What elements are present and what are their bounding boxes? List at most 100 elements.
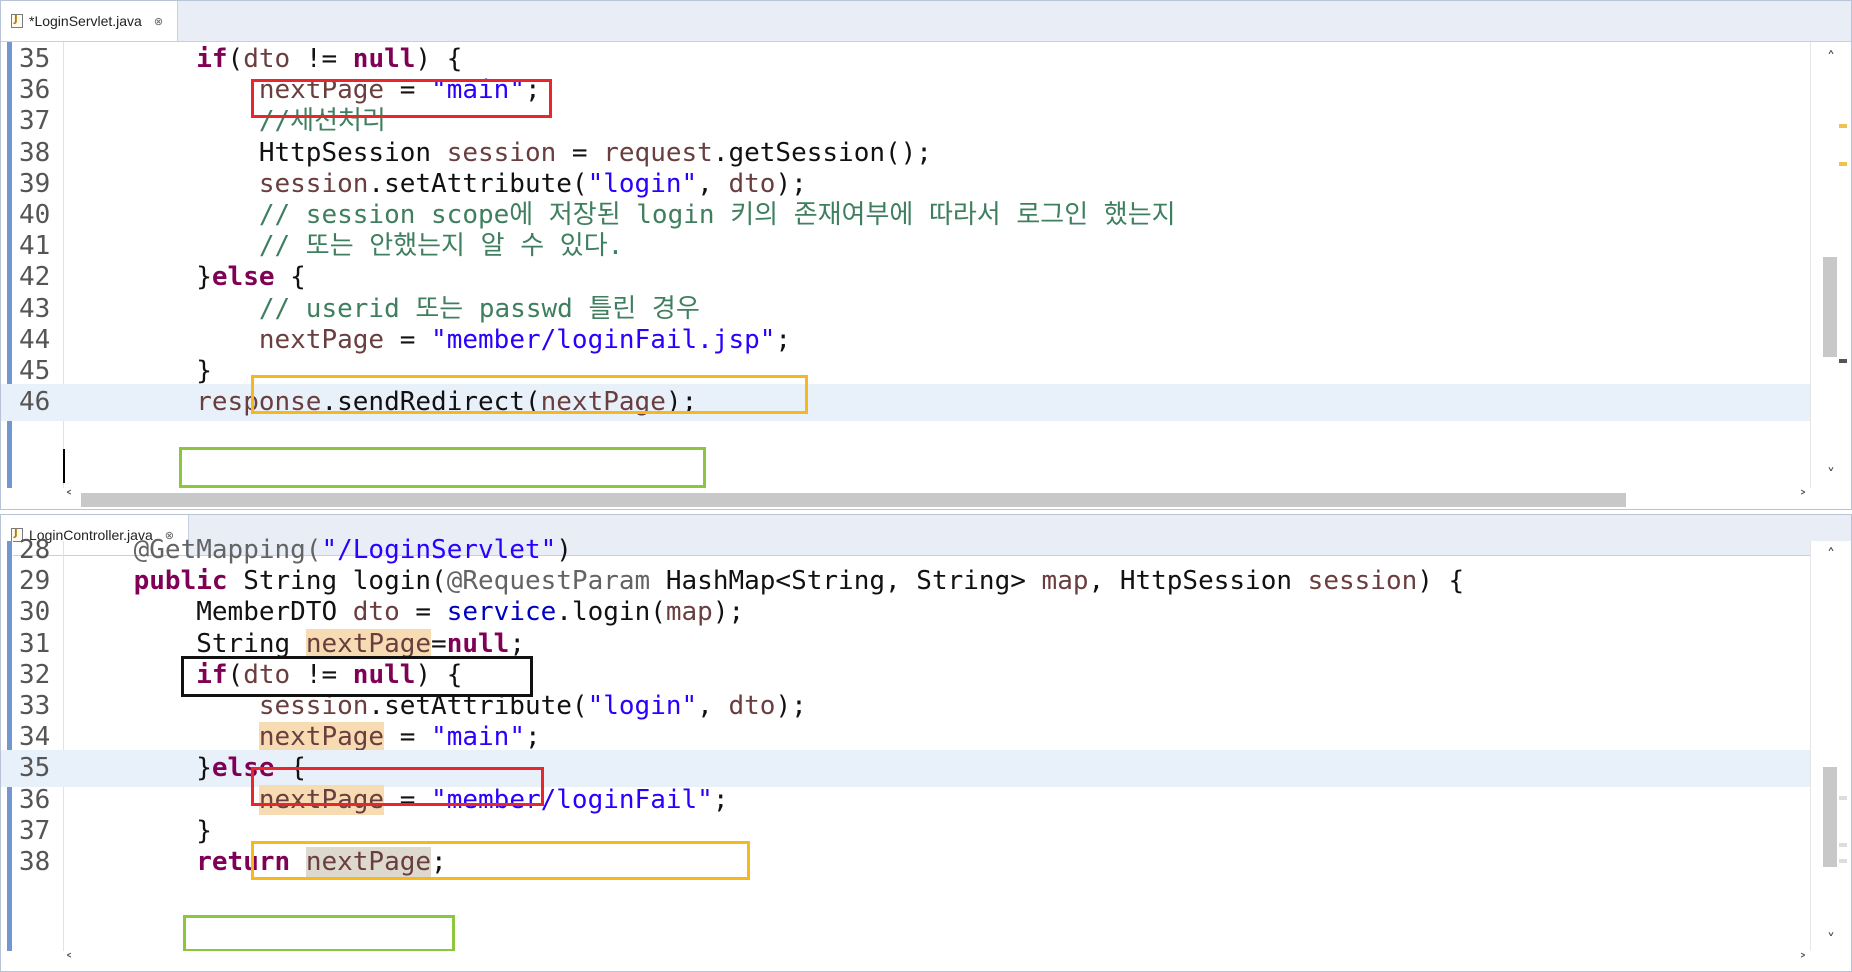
warning-marker[interactable]	[1839, 162, 1847, 166]
code-token: ) {	[1417, 566, 1465, 597]
code-token: session	[446, 137, 557, 168]
overview-marker[interactable]	[1839, 359, 1847, 363]
scroll-thumb[interactable]	[1823, 257, 1837, 357]
highlight-box-green	[179, 447, 706, 488]
code-token: request	[603, 137, 713, 168]
overview-marker[interactable]	[1839, 843, 1847, 847]
editor-tab-bar: *LoginServlet.java ⊗	[1, 1, 1851, 42]
code-token: nextPage	[258, 722, 385, 753]
code-token: dto	[352, 597, 400, 628]
code-token: HashMap<String, String>	[650, 566, 1042, 597]
code-token: // 또는 안했는지 알 수 있다.	[258, 231, 624, 262]
tab-loginservlet[interactable]: *LoginServlet.java ⊗	[1, 1, 179, 41]
code-token: @RequestParam	[446, 566, 651, 597]
scroll-up-icon[interactable]: ˄	[1811, 48, 1851, 67]
code-token: session	[258, 168, 369, 199]
code-token: }	[196, 753, 212, 784]
scroll-up-icon[interactable]: ˄	[1811, 545, 1851, 564]
code-token: if	[196, 44, 228, 74]
scroll-left-icon[interactable]: ˂	[65, 951, 73, 970]
scroll-thumb[interactable]	[1823, 767, 1837, 867]
code-token: }	[196, 815, 212, 846]
code-editor[interactable]: 35 if(dto != null) {36 nextPage = "main"…	[1, 42, 1811, 488]
close-tab-icon[interactable]: ⊗	[154, 15, 163, 28]
code-token: )	[556, 535, 572, 565]
code-token: HttpSession	[258, 137, 447, 168]
code-token: ;	[509, 628, 525, 659]
highlight-box-red	[251, 79, 552, 118]
highlight-box-red	[251, 767, 544, 806]
overview-marker[interactable]	[1839, 796, 1847, 800]
highlight-box-green	[183, 915, 455, 952]
code-token: null	[352, 44, 416, 74]
scroll-left-icon[interactable]: ˂	[65, 488, 73, 507]
code-token: , HttpSession	[1088, 566, 1308, 597]
code-token: (	[227, 44, 244, 74]
h-scroll-thumb[interactable]	[81, 493, 1626, 507]
code-token: ,	[697, 691, 729, 721]
code-token: }	[196, 356, 212, 386]
highlight-box-yellow	[251, 375, 808, 414]
highlight-box-black	[181, 656, 533, 697]
text-caret	[63, 449, 65, 483]
code-token: dto	[728, 691, 776, 721]
line-number: 46	[19, 387, 51, 418]
scroll-down-icon[interactable]: ˅	[1811, 930, 1851, 949]
code-token: );	[712, 597, 745, 628]
vertical-scrollbar[interactable]: ˄ ˅	[1810, 42, 1851, 488]
code-token: =	[399, 597, 447, 628]
code-token: .getSession();	[712, 137, 932, 168]
code-token: =	[431, 628, 447, 659]
logincontroller-editor-pane: LoginController.java ⊗ 28 @GetMapping("/…	[0, 514, 1852, 972]
code-token: dto	[243, 44, 291, 74]
vertical-scrollbar[interactable]: ˄ ˅	[1810, 541, 1851, 951]
code-token: ;	[775, 324, 792, 355]
code-token: "member/loginFail.jsp"	[431, 324, 776, 355]
code-token: ;	[712, 784, 729, 815]
code-token: @GetMapping(	[133, 535, 322, 565]
code-token: "login"	[587, 168, 698, 199]
warning-marker[interactable]	[1839, 124, 1847, 128]
code-token: !=	[290, 44, 353, 74]
code-token: String	[196, 628, 306, 659]
code-token: dto	[728, 168, 776, 199]
code-token: nextPage	[258, 324, 385, 355]
horizontal-scrollbar[interactable]: ˂ ˃	[63, 951, 1811, 971]
code-token: ,	[697, 168, 729, 199]
scroll-right-icon[interactable]: ˃	[1799, 488, 1807, 507]
code-token: =	[384, 324, 432, 355]
code-token: MemberDTO	[196, 597, 353, 628]
code-token: .setAttribute(	[368, 168, 588, 199]
code-token: // userid 또는 passwd 틀린 경우	[258, 293, 700, 324]
code-token: else	[211, 262, 275, 293]
code-token: ) {	[415, 44, 463, 74]
scroll-down-icon[interactable]: ˅	[1811, 465, 1851, 484]
code-token: "login"	[587, 691, 698, 721]
horizontal-scrollbar[interactable]: ˂ ˃	[63, 488, 1811, 509]
code-token: "/LoginServlet"	[321, 535, 557, 565]
highlight-box-yellow	[251, 841, 750, 880]
overview-marker[interactable]	[1839, 859, 1847, 863]
scroll-right-icon[interactable]: ˃	[1799, 951, 1807, 970]
code-token: null	[446, 628, 510, 659]
code-editor[interactable]: 28 @GetMapping("/LoginServlet") 29 public…	[1, 535, 1811, 952]
tab-title: *LoginServlet.java	[29, 13, 142, 29]
